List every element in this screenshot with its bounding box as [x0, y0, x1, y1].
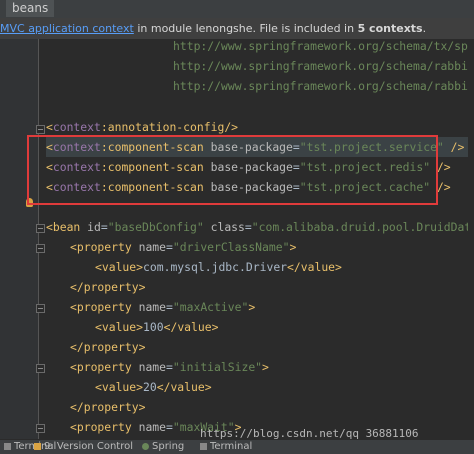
code-line-value: <value>com.mysql.jdbc.Driver</value>: [95, 260, 342, 274]
code-line-property-close: </property>: [70, 400, 146, 414]
code-line-property-close: </property>: [70, 340, 146, 354]
terminal-icon: [200, 442, 207, 450]
code-line-url-tx: http://www.springframework.org/schema/tx…: [173, 39, 474, 53]
code-line-value: <value>20</value>: [95, 380, 212, 394]
spring-tool-button[interactable]: Spring: [142, 440, 184, 454]
spring-context-notice: MVC application context in module lenong…: [0, 18, 474, 39]
code-line-url-rabbit: http://www.springframework.org/schema/ra…: [173, 59, 474, 73]
version-control-icon: [34, 442, 41, 450]
notice-text-2: . File is included in: [252, 22, 358, 35]
code-line-property-open: <property name="driverClassName">: [70, 240, 297, 254]
editor-gutter: [0, 39, 45, 439]
highlight-box: [27, 135, 438, 205]
code-line-annotation-config: <context:annotation-config/>: [46, 120, 239, 134]
notice-module: lenongshe: [195, 22, 253, 35]
notice-text-3: .: [422, 22, 427, 35]
vertical-scrollbar[interactable]: [468, 39, 474, 439]
code-line-value: <value>100</value>: [95, 320, 219, 334]
code-line-property-close: </property>: [70, 280, 146, 294]
tool-window-bar: Terminal 9: Version Control Spring Termi…: [0, 439, 474, 454]
terminal-tool-button-2[interactable]: Terminal: [200, 440, 252, 454]
code-line-bean: <bean id="baseDbConfig" class="com.aliba…: [46, 220, 474, 234]
code-line-url-rabbit-xsd: http://www.springframework.org/schema/ra…: [173, 79, 474, 93]
terminal-icon: [4, 442, 11, 450]
context-link[interactable]: MVC application context: [0, 22, 134, 35]
code-editor[interactable]: http://www.springframework.org/schema/tx…: [40, 39, 474, 439]
version-control-tool-button[interactable]: 9: Version Control: [34, 440, 133, 454]
tab-beans[interactable]: beans: [6, 0, 55, 17]
notice-text-1: in module: [133, 22, 196, 35]
notice-count: 5 contexts: [357, 22, 423, 35]
spring-icon: [142, 442, 149, 450]
code-line-property-open: <property name="maxActive">: [70, 300, 256, 314]
editor-tab-bar: beans: [0, 0, 474, 19]
code-line-property-open: <property name="initialSize">: [70, 360, 269, 374]
